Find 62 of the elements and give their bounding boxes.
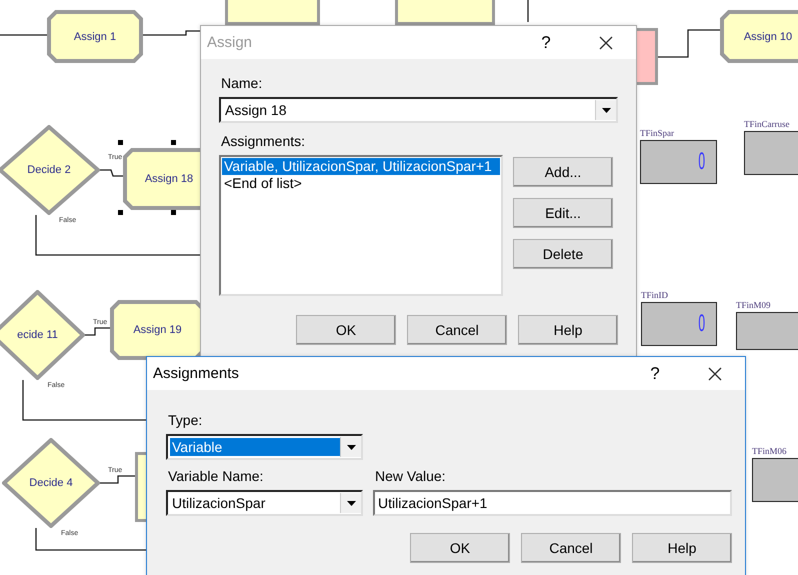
- dialog-title: Assign: [207, 34, 254, 51]
- variable-value: 0: [698, 148, 705, 176]
- name-label: Name:: [221, 75, 264, 91]
- module-label: Assign 18: [144, 173, 194, 185]
- dialog-button[interactable]: Cancel: [407, 315, 507, 345]
- module-label: Assign 1: [72, 30, 118, 42]
- connector: [85, 327, 110, 336]
- side-button[interactable]: Add...: [513, 157, 613, 187]
- connector: [100, 475, 135, 484]
- dialog-button[interactable]: Help: [632, 533, 732, 563]
- variable-value: 0: [698, 310, 705, 338]
- module-label: ecide 11: [16, 329, 59, 341]
- variable-label: TFinM09: [736, 300, 771, 310]
- variable-label: TFinCarruse: [744, 119, 790, 129]
- dropdown-arrow-icon: [346, 444, 356, 450]
- new-value-label: New Value:: [375, 468, 447, 484]
- dropdown-arrow-icon: [346, 500, 356, 506]
- connector: [658, 29, 720, 58]
- variable-label: TFinM06: [752, 446, 787, 456]
- close-icon: [708, 366, 722, 380]
- decide-module[interactable]: [0, 125, 100, 215]
- type-combo[interactable]: Variable: [166, 434, 363, 460]
- selection-handle[interactable]: [171, 140, 176, 145]
- dropdown-arrow-icon: [602, 108, 610, 112]
- decide-module[interactable]: [2, 438, 100, 528]
- name-combo[interactable]: Assign 18: [219, 97, 618, 123]
- help-button[interactable]: ?: [625, 357, 685, 390]
- module-label: Assign 10: [742, 30, 794, 42]
- selection-handle[interactable]: [118, 210, 123, 215]
- variable-display: [736, 312, 798, 350]
- selection-handle[interactable]: [118, 140, 123, 145]
- decide-module[interactable]: [0, 290, 85, 380]
- connector: [100, 169, 123, 177]
- dialog-button[interactable]: OK: [410, 533, 510, 563]
- dialog-title: Assignments: [153, 365, 240, 382]
- help-button[interactable]: ?: [516, 26, 576, 59]
- side-button[interactable]: Edit...: [513, 198, 613, 228]
- type-label: Type:: [168, 412, 204, 428]
- variable-name-combo[interactable]: UtilizacionSpar: [166, 490, 363, 516]
- module-label: Decide 4: [28, 477, 74, 489]
- variable-name-label: Variable Name:: [168, 468, 264, 484]
- variable-label: TFinSpar: [640, 128, 674, 138]
- close-icon: [599, 36, 613, 50]
- list-item[interactable]: Variable, UtilizacionSpar, UtilizacionSpar+1: [222, 158, 500, 175]
- side-button[interactable]: Delete: [513, 239, 613, 269]
- dialog-button[interactable]: Cancel: [521, 533, 621, 563]
- variable-label: TFinID: [641, 290, 668, 300]
- module-label: Assign 19: [132, 324, 183, 336]
- module-label: Decide 2: [26, 164, 72, 176]
- variable-display: [752, 458, 798, 502]
- connector: [527, 0, 529, 22]
- selection-handle[interactable]: [171, 210, 176, 215]
- assignments-label: Assignments:: [221, 133, 306, 149]
- connector: [143, 30, 201, 36]
- list-item[interactable]: <End of list>: [222, 175, 500, 192]
- assign-module[interactable]: [47, 10, 143, 63]
- assign-module[interactable]: [720, 10, 798, 63]
- variable-display: [744, 131, 798, 175]
- new-value-field[interactable]: UtilizacionSpar+1: [373, 490, 732, 516]
- dialog-button[interactable]: OK: [296, 315, 396, 345]
- connector: [0, 34, 47, 36]
- dialog-button[interactable]: Help: [518, 315, 618, 345]
